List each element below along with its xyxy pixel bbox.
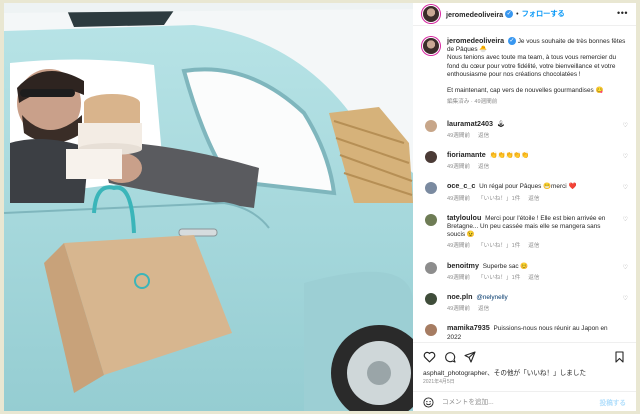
post-photo[interactable] <box>4 3 413 411</box>
comment-time[interactable]: 49週間前 <box>447 243 470 249</box>
comment-row: lauramat2403 🕹 49週間前 返信 ♡ <box>413 119 636 140</box>
comment-row: mamika7935 Puissions-nous nous réunir au… <box>413 324 636 341</box>
comment-avatar[interactable] <box>425 119 437 132</box>
heart-icon[interactable]: ♡ <box>623 184 628 192</box>
caption: jeromedeoliveira ✓ Je vous souhaite de t… <box>413 26 636 107</box>
comment-likes[interactable]: 「いいね！」1件 <box>478 275 520 281</box>
comments-list[interactable]: jeromedeoliveira ✓ Je vous souhaite de t… <box>413 26 636 342</box>
comment-username[interactable]: benoitmy <box>447 261 479 270</box>
post-modal: jeromedeoliveira ✓ • フォローする ••• jeromede… <box>4 3 636 411</box>
comment-row: fioriamante 👏👏👏👏👏 49週間前 返信 ♡ <box>413 150 636 171</box>
comment-time[interactable]: 49週間前 <box>447 133 470 139</box>
comment-text: 🕹 <box>496 120 505 128</box>
heart-icon[interactable]: ♡ <box>623 216 628 224</box>
author-username[interactable]: jeromedeoliveira <box>446 10 503 19</box>
comment-username[interactable]: fioriamante <box>447 150 486 159</box>
more-icon[interactable]: ••• <box>617 8 628 18</box>
verified-icon: ✓ <box>505 10 514 18</box>
comment-avatar[interactable] <box>425 182 437 195</box>
comment-avatar[interactable] <box>425 293 437 306</box>
comment-avatar[interactable] <box>425 261 437 274</box>
comment-row: oce_c_c Un régal pour Pâques 😁merci ❤️ 4… <box>413 182 636 202</box>
comment-text: 👏👏👏👏👏 <box>489 152 530 160</box>
reply-button[interactable]: 返信 <box>478 133 489 139</box>
reply-button[interactable]: 返信 <box>528 196 539 202</box>
heart-icon[interactable]: ♡ <box>623 295 628 303</box>
caption-line-2: Nous tenions avec toute ma team, à tous … <box>447 54 617 78</box>
separator-dot: • <box>516 10 519 18</box>
caption-meta: 編集済み · 49週間前 <box>447 99 498 106</box>
comment-username[interactable]: oce_c_c <box>447 181 475 190</box>
heart-icon[interactable]: ♡ <box>623 153 628 161</box>
comment-row: noe.pln @nelynelly 49週間前 返信 ♡ <box>413 292 636 313</box>
likes-summary[interactable]: asphalt_photographer、その他が「いいね！」しました <box>423 367 586 377</box>
comment-input[interactable] <box>440 397 594 407</box>
bookmark-icon[interactable] <box>614 351 625 363</box>
comment-avatar[interactable] <box>425 213 437 226</box>
comment-likes[interactable]: 「いいね！」1件 <box>478 243 520 249</box>
caption-username[interactable]: jeromedeoliveira <box>447 36 504 45</box>
add-comment-bar: 投稿する <box>413 391 636 411</box>
emoji-icon[interactable] <box>423 396 434 408</box>
comment-text: Superbe sac 😊 <box>482 262 529 270</box>
post-comment-button[interactable]: 投稿する <box>600 397 626 407</box>
comment-time[interactable]: 49週間前 <box>447 164 470 170</box>
comment-username[interactable]: mamika7935 <box>447 323 490 332</box>
comment-row: tatyloulou Merci pour l'étoile ! Elle es… <box>413 213 636 251</box>
comment-username[interactable]: tatyloulou <box>447 213 481 222</box>
heart-icon[interactable]: ♡ <box>623 122 628 130</box>
comment-text: Un régal pour Pâques 😁merci ❤️ <box>479 183 577 191</box>
caption-line-3: Et maintenant, cap vers de nouvelles gou… <box>447 87 604 95</box>
heart-icon[interactable]: ♡ <box>623 264 628 272</box>
reply-button[interactable]: 返信 <box>528 243 539 249</box>
comment-time[interactable]: 49週間前 <box>447 275 470 281</box>
comment-time[interactable]: 49週間前 <box>447 196 470 202</box>
reply-button[interactable]: 返信 <box>528 275 539 281</box>
post-date[interactable]: 2021年4月5日 <box>423 378 455 385</box>
avatar[interactable] <box>423 6 439 22</box>
comment-username[interactable]: lauramat2403 <box>447 119 493 128</box>
comment-time[interactable]: 49週間前 <box>447 306 470 312</box>
comment-row: benoitmy Superbe sac 😊 49週間前 「いいね！」1件 返信 ♡ <box>413 261 636 282</box>
reply-button[interactable]: 返信 <box>478 164 489 170</box>
comment-icon[interactable] <box>444 351 456 363</box>
caption-avatar[interactable] <box>423 38 439 54</box>
comment-avatar[interactable] <box>425 324 437 337</box>
verified-icon: ✓ <box>507 37 516 46</box>
post-side-panel: jeromedeoliveira ✓ • フォローする ••• jeromede… <box>413 3 636 411</box>
share-icon[interactable] <box>464 351 476 363</box>
comment-mention[interactable]: @nelynelly <box>476 294 507 301</box>
comment-username[interactable]: noe.pln <box>447 292 473 301</box>
heart-icon[interactable] <box>423 351 436 363</box>
reply-button[interactable]: 返信 <box>478 306 489 312</box>
comment-avatar[interactable] <box>425 151 437 164</box>
post-header: jeromedeoliveira ✓ • フォローする ••• <box>413 3 636 26</box>
follow-button[interactable]: フォローする <box>522 9 565 19</box>
comment-likes[interactable]: 「いいね！」1件 <box>478 196 520 202</box>
